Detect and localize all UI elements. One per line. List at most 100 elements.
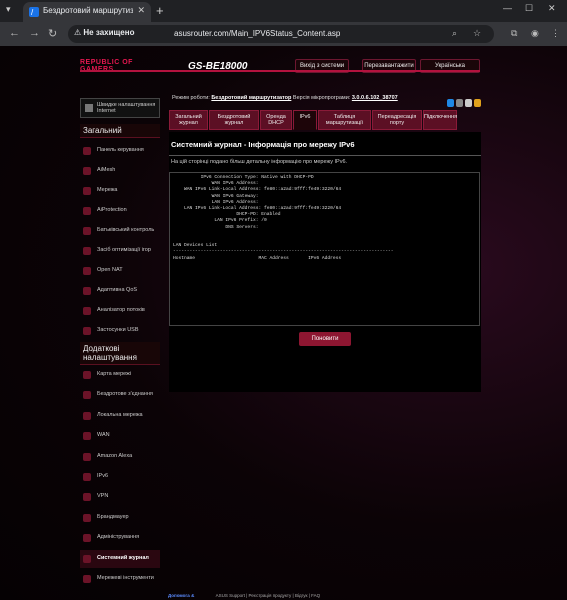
extensions-icon[interactable]: ⧉ [511, 28, 517, 39]
help-link[interactable]: Допомога & [168, 593, 194, 598]
ipv6-log-textarea[interactable]: IPv6 Connection Type: Native with DHCP-P… [169, 172, 480, 326]
sidebar-item-icon [83, 327, 91, 335]
sidebar-item[interactable]: Батьківський контроль [80, 222, 160, 240]
log-tab[interactable]: Підключення [423, 110, 457, 130]
page-description: На цій сторінці подано більш детальну ін… [171, 159, 348, 165]
maximize-icon[interactable]: ☐ [525, 3, 533, 14]
mode-line: Режим роботи: Бездротовий маршрутизатор … [172, 95, 398, 101]
menu-icon[interactable]: ⋮ [551, 28, 560, 39]
sidebar-item[interactable]: Застосунки USB [80, 322, 160, 340]
app-status-icon[interactable] [465, 99, 472, 107]
internet-status-icon[interactable] [447, 99, 454, 107]
sidebar-item-label: VPN [97, 493, 109, 500]
sidebar-item-icon [83, 187, 91, 195]
sidebar-item-icon [83, 452, 91, 461]
sidebar-item-label: Карта мережі [97, 371, 132, 377]
log-tab[interactable]: Бездротовий журнал [209, 110, 259, 130]
sidebar-item[interactable]: Бездротове з'єднання [80, 386, 160, 404]
tab-close-icon[interactable]: ✕ [137, 5, 145, 16]
sidebar-item[interactable]: Amazon Alexa [80, 448, 160, 466]
notification-icon[interactable] [474, 99, 481, 107]
sidebar-item-label: Панель керування [97, 147, 144, 153]
reload-icon[interactable]: ↻ [48, 27, 57, 40]
log-tab[interactable]: Переадресація порту [372, 110, 422, 130]
sidebar-item-label: Засіб оптимізації ігор [97, 247, 151, 253]
url-text: asusrouter.com/Main_IPV6Status_Content.a… [174, 29, 341, 38]
bookmark-star-icon[interactable]: ☆ [473, 28, 481, 39]
sidebar-item-icon [83, 554, 91, 563]
sidebar-item[interactable]: VPN [80, 488, 160, 506]
footer: Допомога & ASUS Support | Реєстрація про… [168, 593, 320, 598]
firmware-link[interactable]: 3.0.0.6.102_38707 [352, 95, 398, 101]
sidebar-item-icon [83, 287, 91, 295]
quick-setup-button[interactable]: Швидке налаштування Internet [80, 98, 160, 118]
address-bar[interactable]: ⚠ Не захищено asusrouter.com/Main_IPV6St… [68, 25, 494, 43]
tab-search-icon[interactable]: ▾ [6, 4, 11, 15]
browser-tabbar: ▾ / Бездротовий маршрутизатор ASUS ✕ + —… [0, 0, 567, 22]
sidebar-item-label: WAN [97, 432, 110, 439]
log-tab[interactable]: IPv6 [293, 110, 317, 130]
sidebar-item-icon [83, 371, 91, 379]
sidebar-item[interactable]: Адміністрування [80, 529, 160, 547]
general-section-title: Загальний [80, 124, 160, 138]
sidebar-item[interactable]: Системний журнал [80, 549, 160, 568]
minimize-icon[interactable]: — [503, 3, 512, 13]
sidebar-item[interactable]: Карта мережі [80, 366, 160, 384]
sidebar-item[interactable]: Локальна мережа [80, 407, 160, 425]
usb-status-icon[interactable] [456, 99, 463, 107]
sidebar-item-label: Системний журнал [97, 554, 149, 561]
sidebar-item-label: IPv6 [97, 473, 109, 479]
sidebar-item[interactable]: Мережеві інструменти [80, 570, 160, 588]
sidebar-item-label: Бездротове з'єднання [97, 391, 153, 398]
security-indicator[interactable]: ⚠ Не захищено [74, 28, 134, 37]
sidebar-item-icon [83, 247, 91, 255]
asus-favicon-icon: / [29, 7, 39, 17]
sidebar-item-icon [83, 267, 91, 275]
sidebar-item-label: AiProtection [97, 207, 127, 213]
refresh-button[interactable]: Поновити [299, 332, 351, 346]
sidebar-item[interactable]: Аналізатор потоків [80, 302, 160, 320]
log-tab[interactable]: Таблиця маршрутизації [318, 110, 371, 130]
sidebar-item-label: Open NAT [97, 267, 123, 273]
sidebar-item-label: Брандмауер [97, 513, 129, 520]
back-icon[interactable]: ← [9, 27, 20, 39]
sidebar-item[interactable]: Панель керування [80, 142, 160, 160]
sidebar-item[interactable]: Адаптивна QoS [80, 282, 160, 300]
sidebar-item-icon [83, 307, 91, 315]
log-tab[interactable]: Загальний журнал [169, 110, 208, 130]
sidebar-item[interactable]: AiProtection [80, 202, 160, 220]
translate-icon[interactable]: ⌕ [452, 28, 457, 39]
new-tab-icon[interactable]: + [156, 3, 164, 18]
log-tabs: Загальний журнал Бездротовий журнал Оренда… [169, 110, 484, 132]
browser-tab[interactable]: / Бездротовий маршрутизатор ASUS ✕ [23, 2, 151, 22]
footer-links[interactable]: ASUS Support | Реєстрація продукту | Від… [216, 593, 321, 598]
sidebar-item[interactable]: Брандмауер [80, 509, 160, 527]
sidebar-item[interactable]: Open NAT [80, 262, 160, 280]
log-tab[interactable]: Оренда DHCP [260, 110, 292, 130]
sidebar-item-label: Аналізатор потоків [97, 307, 145, 313]
sidebar-item[interactable]: AiMesh [80, 162, 160, 180]
sidebar-item[interactable]: WAN [80, 427, 160, 445]
window-close-icon[interactable]: ✕ [548, 3, 556, 14]
sidebar-item[interactable]: Засіб оптимізації ігор [80, 242, 160, 260]
sidebar-item-icon [83, 167, 91, 175]
sidebar-item-icon [83, 493, 91, 502]
sidebar-item-icon [83, 227, 91, 235]
sidebar-item-icon [83, 513, 91, 522]
profile-icon[interactable]: ◉ [531, 28, 539, 39]
sidebar-item-label: Застосунки USB [97, 327, 139, 333]
wand-icon [85, 104, 93, 112]
sidebar-item[interactable]: Мережа [80, 182, 160, 200]
sidebar-item-icon [83, 207, 91, 215]
sidebar-item[interactable]: IPv6 [80, 468, 160, 486]
sidebar-item-label: Amazon Alexa [97, 452, 133, 459]
advanced-section-title: Додаткові налаштування [80, 342, 160, 365]
sidebar-item-icon [83, 432, 91, 441]
sidebar-item-label: AiMesh [97, 167, 116, 173]
forward-icon[interactable]: → [29, 27, 40, 39]
sidebar-item-icon [83, 575, 91, 583]
sidebar-item-icon [83, 411, 91, 420]
page-title: Системний журнал - Інформація про мережу… [171, 140, 355, 149]
operation-mode-link[interactable]: Бездротовий маршрутизатор [211, 95, 291, 101]
sidebar-item-icon [83, 147, 91, 155]
